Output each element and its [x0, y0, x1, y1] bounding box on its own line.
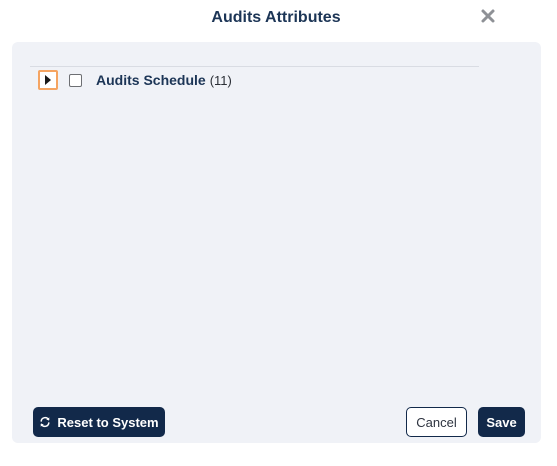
- cancel-button[interactable]: Cancel: [406, 407, 467, 437]
- node-label: Audits Schedule: [96, 72, 206, 88]
- node-count: (11): [209, 72, 232, 88]
- dialog-header: Audits Attributes: [0, 0, 557, 40]
- expand-toggle[interactable]: [38, 70, 58, 90]
- attributes-panel: Audits Schedule (11) Reset to System Can…: [12, 42, 541, 443]
- close-icon: [479, 7, 497, 25]
- dialog-title: Audits Attributes: [211, 9, 341, 26]
- reset-to-system-button[interactable]: Reset to System: [33, 407, 165, 437]
- reset-label: Reset to System: [57, 414, 159, 430]
- close-button[interactable]: [479, 7, 497, 25]
- divider: [30, 66, 479, 67]
- refresh-icon: [39, 416, 51, 428]
- save-button[interactable]: Save: [478, 407, 525, 437]
- node-checkbox[interactable]: [69, 73, 82, 87]
- caret-right-icon: [44, 75, 52, 85]
- tree-node-audits-schedule: Audits Schedule (11): [38, 69, 232, 91]
